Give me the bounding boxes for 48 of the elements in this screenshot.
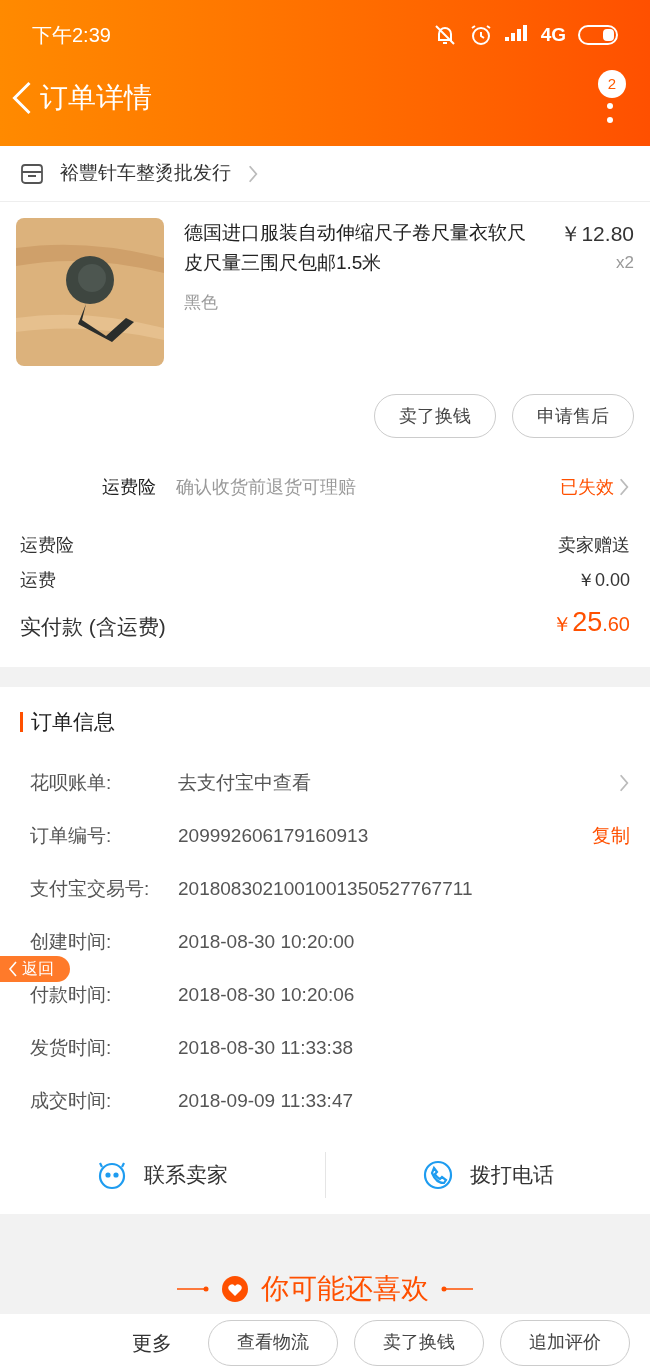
shop-icon	[20, 161, 44, 186]
divider-dot-line-icon	[177, 1284, 209, 1293]
section-title: 订单信息	[31, 708, 115, 735]
bell-muted-icon	[432, 23, 457, 47]
info-value: 2018-08-30 10:20:06	[178, 982, 356, 1007]
status-time: 下午2:39	[32, 23, 111, 48]
total-value: 卖家赠送	[558, 534, 630, 557]
product-quantity: x2	[616, 251, 634, 274]
more-icon[interactable]	[606, 102, 614, 126]
divider-dot-line-icon	[441, 1284, 473, 1293]
back-icon	[8, 960, 18, 977]
chevron-right-icon	[618, 773, 630, 793]
notification-badge: 2	[598, 70, 626, 98]
info-value: 2018-08-30 11:33:38	[178, 1035, 355, 1060]
info-value: 2018-08-30 10:20:00	[178, 929, 356, 954]
recommend-heading: 你可能还喜欢	[261, 1271, 429, 1306]
info-value: 209992606179160913	[178, 823, 370, 848]
shop-name: 裕豐针车整烫批发行	[60, 161, 231, 186]
contact-button[interactable]: 联系卖家	[0, 1151, 325, 1198]
info-value: 2018083021001001350527767711	[178, 876, 474, 901]
info-label: 发货时间:	[30, 1035, 113, 1060]
info-label: 花呗账单:	[30, 770, 113, 795]
info-label: 付款时间:	[30, 982, 113, 1007]
product-variant: 黑色	[184, 292, 219, 314]
more-link[interactable]: 更多	[132, 1327, 172, 1358]
info-label: 成交时间:	[30, 1088, 113, 1113]
page-title: 订单详情	[40, 81, 152, 115]
chevron-right-icon	[618, 477, 630, 497]
info-label: 支付宝交易号:	[30, 876, 151, 901]
paid-label: 实付款 (含运费)	[20, 614, 166, 640]
insurance-label: 运费险	[102, 475, 156, 499]
insurance-description: 确认收货前退货可理赔	[176, 475, 357, 499]
contact-button[interactable]: 拨打电话	[324, 1151, 650, 1198]
info-value: 2018-09-09 11:33:47	[178, 1088, 355, 1113]
total-value: ￥0.00	[576, 569, 630, 592]
chevron-right-icon	[247, 163, 259, 184]
total-label: 运费险	[20, 534, 74, 557]
product-title: 德国进口服装自动伸缩尺子卷尺量衣软尺皮尺量三围尺包邮1.5米	[184, 221, 527, 275]
paid-amount: ￥25.60	[552, 606, 630, 639]
network-label: 4G	[540, 22, 566, 47]
info-label: 创建时间:	[30, 929, 113, 954]
phone-icon	[421, 1158, 454, 1191]
info-label: 订单编号:	[30, 823, 113, 848]
info-value: 去支付宝中查看	[178, 770, 312, 795]
battery-icon	[578, 25, 618, 45]
product-price: ￥12.80	[560, 221, 634, 247]
total-label: 运费	[20, 569, 56, 592]
shop-row[interactable]: 裕豐针车整烫批发行	[0, 146, 650, 202]
